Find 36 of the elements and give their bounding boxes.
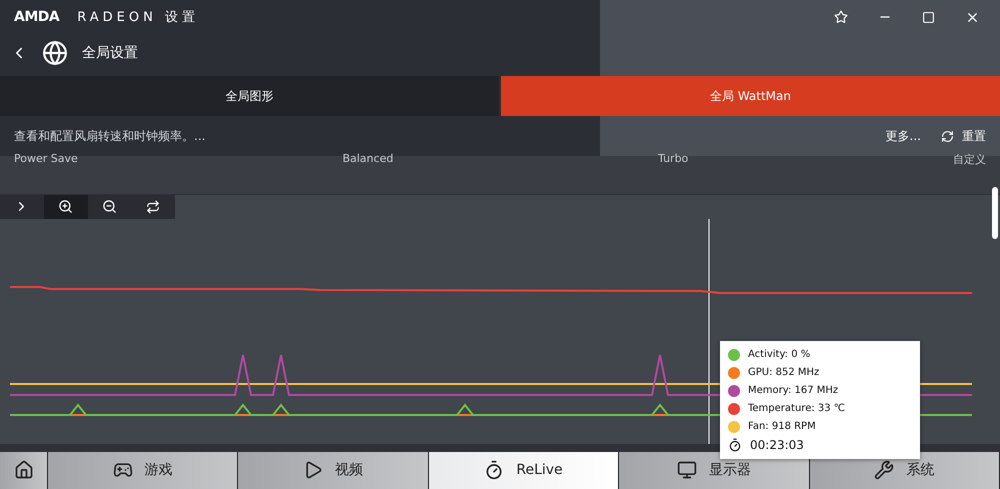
- nav-button[interactable]: 显示器: [619, 452, 810, 489]
- more-link[interactable]: 更多...: [886, 128, 921, 144]
- tab[interactable]: 全局 WattMan: [501, 76, 1000, 116]
- profile-label: Power Save: [14, 152, 78, 167]
- scrollbar-thumb[interactable]: [992, 186, 998, 238]
- legend-label: GPU: 852 MHz: [748, 367, 820, 378]
- legend-label: Memory: 167 MHz: [748, 385, 838, 396]
- description-text: 查看和配置风扇转速和时钟频率。...: [14, 128, 206, 144]
- nav-button[interactable]: 视频: [238, 452, 429, 489]
- profile-label: Turbo: [658, 152, 688, 167]
- reset-button[interactable]: 重置: [941, 128, 986, 144]
- reset-icon: [941, 130, 954, 142]
- reset-zoom-icon: [146, 200, 160, 214]
- page-title: 全局设置: [82, 44, 138, 62]
- maximize-icon: [922, 10, 935, 24]
- zoom-in-icon: [58, 199, 74, 214]
- globe-icon: [42, 40, 68, 66]
- elapsed-time: 00:23:03: [750, 438, 804, 452]
- amd-logo: AMDA: [14, 9, 60, 25]
- zoom-in-button[interactable]: [44, 194, 88, 218]
- profile-label: 自定义: [953, 152, 986, 168]
- home-icon: [14, 460, 34, 480]
- nav-button[interactable]: [0, 452, 48, 489]
- legend-label: Temperature: 33 ℃: [748, 403, 846, 414]
- monitor-icon: [676, 460, 697, 480]
- legend-label: Activity: 0 %: [748, 349, 810, 360]
- nav-button[interactable]: ReLive: [428, 452, 620, 489]
- window-title: RADEON 设置: [77, 9, 200, 26]
- legend-label: Fan: 918 RPM: [748, 421, 816, 432]
- tab[interactable]: 全局图形: [0, 76, 499, 116]
- wrench-icon: [874, 460, 894, 480]
- nav-button[interactable]: 游戏: [48, 452, 238, 489]
- star-icon: [834, 10, 848, 24]
- zoom-out-icon: [102, 199, 117, 214]
- stopwatch-icon: [728, 438, 742, 452]
- profile-label: Balanced: [342, 152, 394, 167]
